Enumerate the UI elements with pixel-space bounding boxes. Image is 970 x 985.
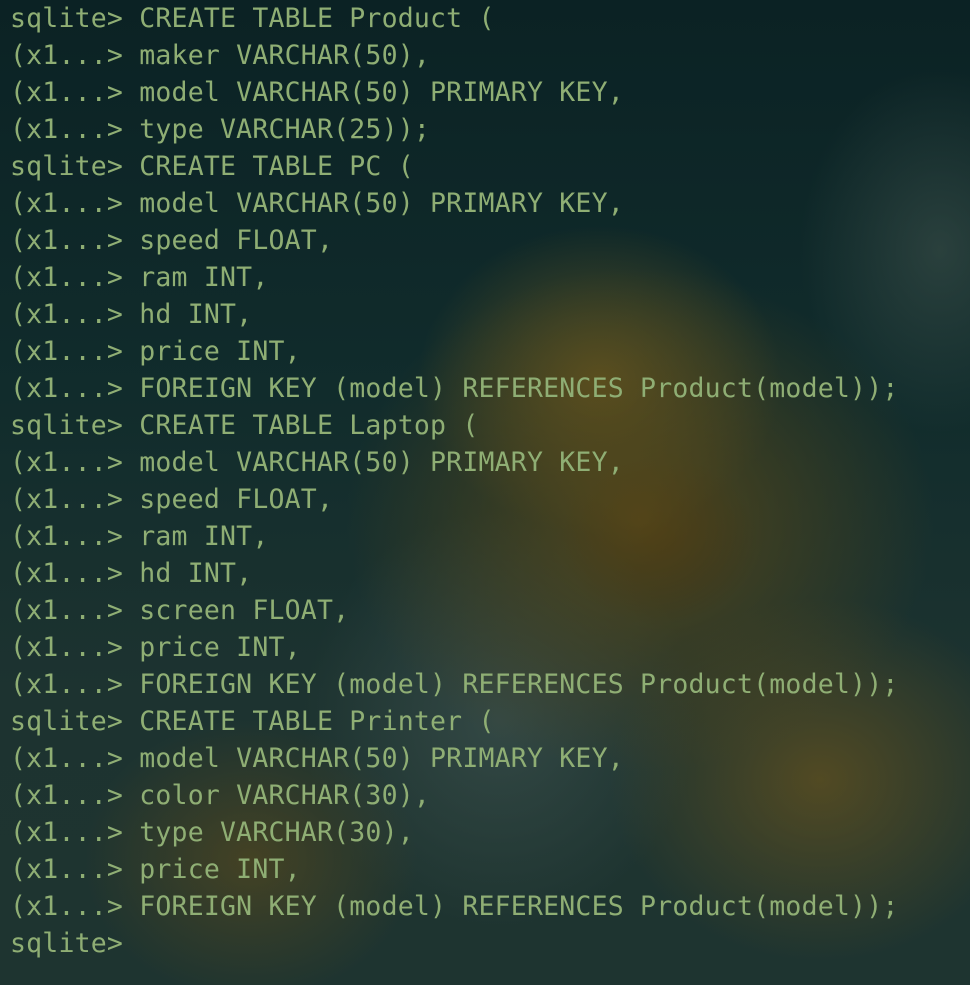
- terminal-command-text: ram INT,: [139, 521, 269, 552]
- terminal-prompt: (x1...>: [10, 484, 140, 515]
- terminal-line: sqlite> CREATE TABLE Printer (: [10, 703, 965, 740]
- terminal-line: sqlite> CREATE TABLE PC (: [10, 148, 965, 185]
- terminal-command-text: maker VARCHAR(50),: [139, 40, 431, 71]
- terminal-prompt: (x1...>: [10, 521, 140, 552]
- terminal-line: (x1...> price INT,: [10, 851, 965, 888]
- terminal-command-text: price INT,: [139, 854, 301, 885]
- terminal-command-text: type VARCHAR(30),: [139, 817, 414, 848]
- terminal-line: (x1...> hd INT,: [10, 296, 965, 333]
- terminal-line: (x1...> hd INT,: [10, 555, 965, 592]
- terminal-prompt: (x1...>: [10, 632, 140, 663]
- terminal-line: (x1...> type VARCHAR(30),: [10, 814, 965, 851]
- terminal-line: (x1...> FOREIGN KEY (model) REFERENCES P…: [10, 370, 965, 407]
- terminal-prompt: (x1...>: [10, 114, 140, 145]
- terminal-prompt: (x1...>: [10, 373, 140, 404]
- terminal-command-text: hd INT,: [139, 299, 253, 330]
- terminal-command-text: FOREIGN KEY (model) REFERENCES Product(m…: [139, 373, 899, 404]
- terminal-prompt: (x1...>: [10, 40, 140, 71]
- terminal-command-text: model VARCHAR(50) PRIMARY KEY,: [139, 188, 624, 219]
- terminal-command-text: CREATE TABLE Printer (: [139, 706, 495, 737]
- terminal-line: sqlite> CREATE TABLE Product (: [10, 0, 965, 37]
- terminal-prompt: (x1...>: [10, 891, 140, 922]
- terminal-command-text: model VARCHAR(50) PRIMARY KEY,: [139, 447, 624, 478]
- terminal-line: (x1...> type VARCHAR(25));: [10, 111, 965, 148]
- terminal-command-text: price INT,: [139, 336, 301, 367]
- terminal-prompt: sqlite>: [10, 928, 140, 959]
- terminal-line: (x1...> ram INT,: [10, 518, 965, 555]
- terminal-line: (x1...> ram INT,: [10, 259, 965, 296]
- terminal-prompt: (x1...>: [10, 262, 140, 293]
- terminal-command-text: price INT,: [139, 632, 301, 663]
- terminal-command-text: speed FLOAT,: [139, 225, 334, 256]
- terminal-command-text: color VARCHAR(30),: [139, 780, 431, 811]
- terminal-command-text: screen FLOAT,: [139, 595, 350, 626]
- terminal-line: (x1...> speed FLOAT,: [10, 481, 965, 518]
- terminal-prompt: (x1...>: [10, 447, 140, 478]
- terminal-prompt: (x1...>: [10, 77, 140, 108]
- terminal-prompt: (x1...>: [10, 780, 140, 811]
- terminal-prompt: (x1...>: [10, 188, 140, 219]
- terminal-prompt: sqlite>: [10, 706, 140, 737]
- terminal-line: (x1...> model VARCHAR(50) PRIMARY KEY,: [10, 185, 965, 222]
- terminal-command-text: FOREIGN KEY (model) REFERENCES Product(m…: [139, 669, 899, 700]
- terminal-line: (x1...> model VARCHAR(50) PRIMARY KEY,: [10, 74, 965, 111]
- terminal-prompt: (x1...>: [10, 669, 140, 700]
- terminal-line: sqlite> CREATE TABLE Laptop (: [10, 407, 965, 444]
- terminal-prompt: sqlite>: [10, 3, 140, 34]
- terminal-line: (x1...> speed FLOAT,: [10, 222, 965, 259]
- terminal-line: (x1...> price INT,: [10, 629, 965, 666]
- terminal-command-text: type VARCHAR(25));: [139, 114, 431, 145]
- terminal-prompt: (x1...>: [10, 743, 140, 774]
- terminal-output[interactable]: sqlite> CREATE TABLE Product ((x1...> ma…: [10, 0, 965, 985]
- terminal-prompt: (x1...>: [10, 854, 140, 885]
- terminal-line: (x1...> price INT,: [10, 333, 965, 370]
- terminal-prompt: (x1...>: [10, 299, 140, 330]
- terminal-command-text: CREATE TABLE Product (: [139, 3, 495, 34]
- terminal-command-text: model VARCHAR(50) PRIMARY KEY,: [139, 77, 624, 108]
- terminal-line: (x1...> model VARCHAR(50) PRIMARY KEY,: [10, 740, 965, 777]
- terminal-prompt: sqlite>: [10, 151, 140, 182]
- terminal-line: (x1...> model VARCHAR(50) PRIMARY KEY,: [10, 444, 965, 481]
- terminal-prompt: (x1...>: [10, 817, 140, 848]
- terminal-command-text: hd INT,: [139, 558, 253, 589]
- terminal-prompt: (x1...>: [10, 595, 140, 626]
- terminal-prompt: (x1...>: [10, 225, 140, 256]
- terminal-prompt: (x1...>: [10, 558, 140, 589]
- terminal-command-text: ram INT,: [139, 262, 269, 293]
- terminal-line: (x1...> screen FLOAT,: [10, 592, 965, 629]
- terminal-line: sqlite>: [10, 925, 965, 962]
- terminal-prompt: sqlite>: [10, 410, 140, 441]
- terminal-command-text: CREATE TABLE Laptop (: [139, 410, 479, 441]
- terminal-line: (x1...> FOREIGN KEY (model) REFERENCES P…: [10, 666, 965, 703]
- terminal-command-text: speed FLOAT,: [139, 484, 334, 515]
- terminal-prompt: (x1...>: [10, 336, 140, 367]
- terminal-command-text: CREATE TABLE PC (: [139, 151, 414, 182]
- terminal-line: (x1...> FOREIGN KEY (model) REFERENCES P…: [10, 888, 965, 925]
- terminal-command-text: model VARCHAR(50) PRIMARY KEY,: [139, 743, 624, 774]
- terminal-line: (x1...> maker VARCHAR(50),: [10, 37, 965, 74]
- terminal-line: (x1...> color VARCHAR(30),: [10, 777, 965, 814]
- terminal-command-text: FOREIGN KEY (model) REFERENCES Product(m…: [139, 891, 899, 922]
